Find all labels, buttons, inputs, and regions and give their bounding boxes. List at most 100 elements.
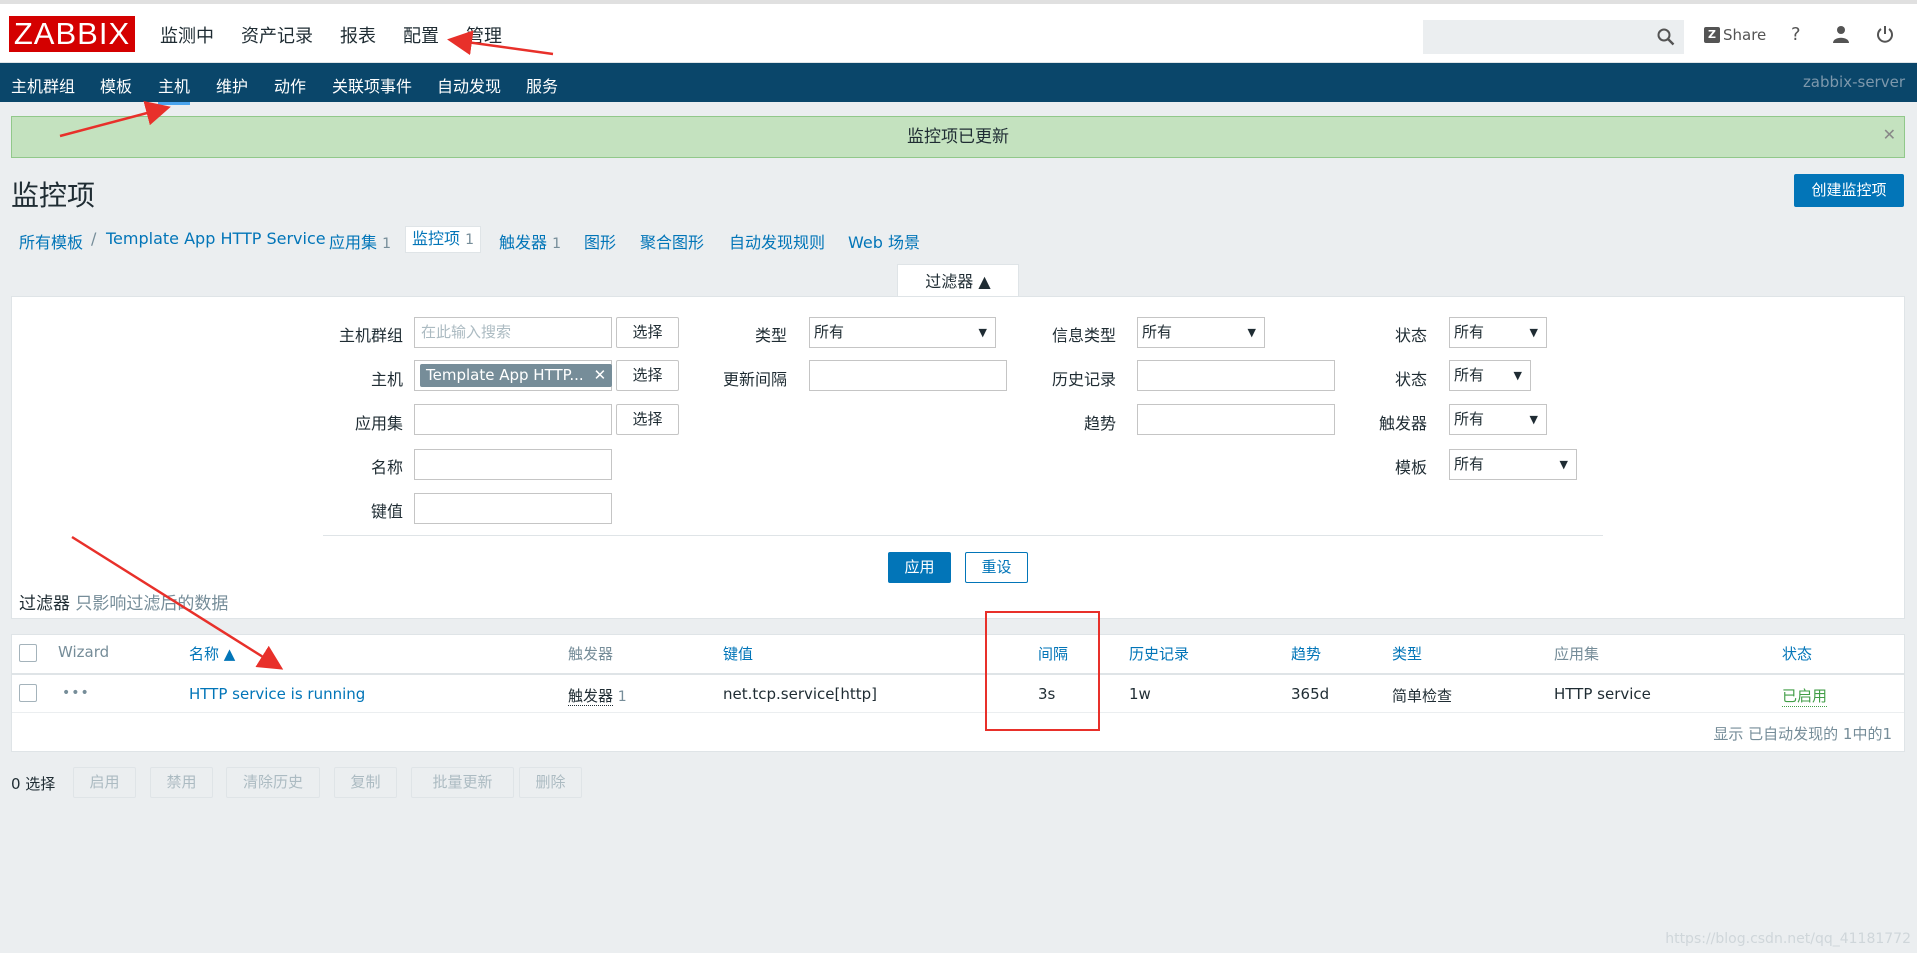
subnav-host-groups[interactable]: 主机群组 [11,73,75,97]
success-message: 监控项已更新 ✕ [11,116,1905,158]
crumb-all-templates[interactable]: 所有模板 [19,229,83,253]
application-input[interactable] [414,404,612,435]
create-item-button[interactable]: 创建监控项 [1794,174,1904,207]
delete-button[interactable]: 删除 [519,767,582,798]
chevron-down-icon: ▼ [1529,326,1538,339]
main-nav: 监测中 资产记录 报表 配置 管理 [160,22,529,48]
share-link[interactable]: Z Share [1704,26,1766,44]
filter-toggle-tab[interactable]: 过滤器 ▲ [897,264,1019,298]
items-table: Wizard 名称 ▲ 触发器 键值 间隔 历史记录 趋势 类型 应用集 状态 … [11,634,1905,752]
state-select[interactable]: 所有 ▼ [1449,317,1547,348]
item-type: 简单检查 [1392,687,1453,705]
nav-administration[interactable]: 管理 [466,22,502,48]
type-select[interactable]: 所有 ▼ [809,317,996,348]
item-triggers[interactable]: 触发器 1 [568,685,627,706]
clear-history-button[interactable]: 清除历史 [226,767,320,798]
table-row: ••• HTTP service is running 触发器 1 net.tc… [12,675,1904,713]
tab-graphs[interactable]: 图形 [584,229,616,253]
filter-panel: 主机群组 在此输入搜索 选择 主机 Template App HTTP... ✕ … [11,296,1905,619]
filter-divider [323,535,1603,536]
key-input[interactable] [414,493,612,524]
status-label: 状态 [1394,370,1427,389]
tab-applications[interactable]: 应用集 1 [329,229,391,253]
disable-button[interactable]: 禁用 [150,767,213,798]
wizard-menu-icon[interactable]: ••• [62,685,90,701]
annotation-box [985,611,1100,731]
template-select[interactable]: 所有 ▼ [1449,449,1577,480]
user-profile-icon[interactable] [1832,25,1850,48]
logout-icon[interactable] [1876,25,1894,48]
share-label: Share [1723,26,1767,44]
tab-screens[interactable]: 聚合图形 [640,229,704,253]
select-all-checkbox[interactable] [19,644,37,662]
host-group-input[interactable]: 在此输入搜索 [414,317,612,348]
col-type[interactable]: 类型 [1392,643,1422,664]
chevron-down-icon: ▼ [1247,326,1256,339]
remove-chip-icon[interactable]: ✕ [594,366,607,384]
nav-inventory[interactable]: 资产记录 [241,22,313,48]
item-key: net.tcp.service[http] [723,685,878,703]
mass-update-button[interactable]: 批量更新 [411,767,514,798]
copy-button[interactable]: 复制 [334,767,397,798]
name-label: 名称 [370,458,403,477]
help-icon[interactable]: ? [1791,24,1801,45]
col-key[interactable]: 键值 [723,643,753,664]
close-icon[interactable]: ✕ [1883,115,1896,155]
crumb-template[interactable]: Template App HTTP Service [106,229,326,248]
triggers-label: 触发器 [1378,414,1427,433]
chevron-down-icon: ▼ [1529,413,1538,426]
item-applications: HTTP service [1554,685,1651,703]
subnav-correlation[interactable]: 关联项事件 [332,73,412,97]
application-select-button[interactable]: 选择 [616,404,679,435]
type-label: 类型 [754,326,787,345]
subnav-services[interactable]: 服务 [526,73,558,97]
col-name[interactable]: 名称 ▲ [189,643,235,664]
subnav-maintenance[interactable]: 维护 [216,73,248,97]
tab-triggers[interactable]: 触发器 1 [499,229,561,253]
col-history[interactable]: 历史记录 [1129,643,1189,664]
triggers-select[interactable]: 所有 ▼ [1449,404,1547,435]
history-input[interactable] [1137,360,1335,391]
nav-configuration[interactable]: 配置 [403,22,439,48]
search-icon[interactable] [1657,28,1675,46]
col-applications: 应用集 [1554,645,1600,663]
selected-count: 0 选择 [11,775,56,793]
top-header: ZABBIX 监测中 资产记录 报表 配置 管理 Z Share ? [0,0,1917,63]
status-toggle[interactable]: 已启用 [1782,685,1828,707]
status-select[interactable]: 所有 ▼ [1449,360,1531,391]
tab-web-scenarios[interactable]: Web 场景 [848,229,920,253]
chevron-down-icon: ▼ [1559,458,1568,471]
search-input[interactable] [1423,20,1684,54]
state-label: 状态 [1394,326,1427,345]
enable-button[interactable]: 启用 [73,767,136,798]
zabbix-logo[interactable]: ZABBIX [9,16,135,52]
host-input[interactable]: Template App HTTP... ✕ [414,360,613,391]
subnav-discovery[interactable]: 自动发现 [437,73,501,97]
server-name: zabbix-server [1802,73,1905,91]
info-type-label: 信息类型 [1051,326,1116,345]
subnav-hosts[interactable]: 主机 [158,73,191,105]
nav-monitoring[interactable]: 监测中 [160,22,214,48]
subnav-templates[interactable]: 模板 [100,73,132,97]
subnav-actions[interactable]: 动作 [274,73,306,97]
info-type-select[interactable]: 所有 ▼ [1137,317,1265,348]
nav-reports[interactable]: 报表 [340,22,376,48]
row-checkbox[interactable] [19,684,37,702]
host-group-label: 主机群组 [338,326,403,345]
host-group-select-button[interactable]: 选择 [616,317,679,348]
item-name-link[interactable]: HTTP service is running [189,685,365,703]
zabbix-share-icon: Z [1704,27,1720,43]
tab-discovery-rules[interactable]: 自动发现规则 [729,229,825,253]
name-input[interactable] [414,449,612,480]
reset-button[interactable]: 重设 [965,552,1028,583]
tab-items[interactable]: 监控项 1 [405,226,482,253]
interval-input[interactable] [809,360,1007,391]
host-select-button[interactable]: 选择 [616,360,679,391]
trends-input[interactable] [1137,404,1335,435]
apply-button[interactable]: 应用 [888,552,951,583]
history-label: 历史记录 [1051,370,1116,389]
col-trends[interactable]: 趋势 [1291,643,1321,664]
col-status[interactable]: 状态 [1782,643,1812,664]
table-footer-count: 显示 已自动发现的 1中的1 [1713,725,1892,743]
chevron-down-icon: ▼ [978,326,987,339]
